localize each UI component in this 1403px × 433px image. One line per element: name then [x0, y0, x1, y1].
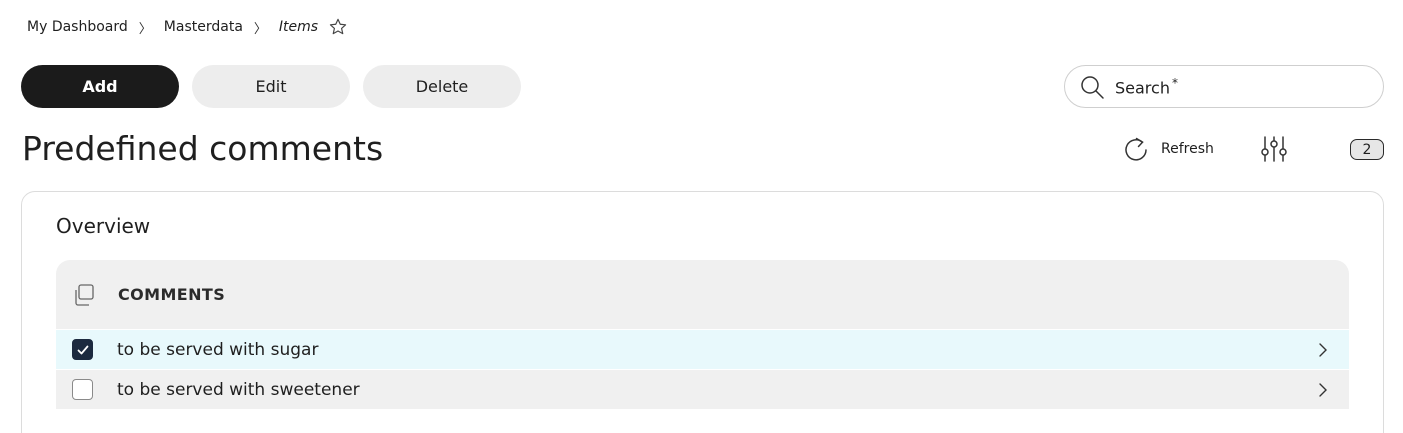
row-checkbox[interactable] — [72, 339, 93, 360]
breadcrumb-item-masterdata[interactable]: Masterdata — [164, 19, 243, 35]
search-placeholder: Search * — [1115, 75, 1178, 98]
refresh-icon — [1122, 135, 1150, 163]
breadcrumb-separator: 〉 — [138, 21, 152, 37]
row-checkbox[interactable] — [72, 379, 93, 400]
table-row[interactable]: to be served with sweetener — [56, 369, 1349, 409]
edit-button[interactable]: Edit — [192, 65, 350, 108]
search-input[interactable]: Search * — [1064, 65, 1384, 108]
search-icon — [1079, 74, 1105, 100]
comment-cell: to be served with sugar — [117, 339, 319, 360]
breadcrumb-item-current: Items — [278, 19, 319, 35]
chevron-right-icon[interactable] — [1315, 381, 1331, 399]
table-row[interactable]: to be served with sugar — [56, 329, 1349, 369]
page: My Dashboard 〉 Masterdata 〉 Items Add Ed… — [0, 0, 1403, 433]
star-outline-icon[interactable] — [328, 17, 348, 37]
comments-table: COMMENTS to be served with sugar to be s… — [56, 260, 1349, 409]
comment-cell: to be served with sweetener — [117, 379, 360, 400]
required-mark: * — [1171, 75, 1178, 90]
refresh-label: Refresh — [1161, 141, 1214, 157]
chevron-right-icon[interactable] — [1315, 341, 1331, 359]
page-title: Predefined comments — [22, 129, 384, 168]
count-badge: 2 — [1350, 139, 1384, 160]
overview-card: Overview COMMENTS to be served with suga… — [21, 191, 1384, 433]
add-button[interactable]: Add — [21, 65, 179, 108]
table-header: COMMENTS — [56, 260, 1349, 329]
breadcrumb-item-dashboard[interactable]: My Dashboard — [27, 19, 128, 35]
breadcrumb-separator: 〉 — [253, 21, 267, 37]
refresh-button[interactable]: Refresh — [1122, 134, 1214, 164]
sliders-icon[interactable] — [1259, 134, 1289, 164]
copy-icon[interactable] — [72, 283, 96, 307]
column-header-comments[interactable]: COMMENTS — [118, 285, 225, 304]
breadcrumb: My Dashboard 〉 Masterdata 〉 Items — [27, 16, 348, 38]
delete-button[interactable]: Delete — [363, 65, 521, 108]
overview-title: Overview — [56, 214, 151, 238]
